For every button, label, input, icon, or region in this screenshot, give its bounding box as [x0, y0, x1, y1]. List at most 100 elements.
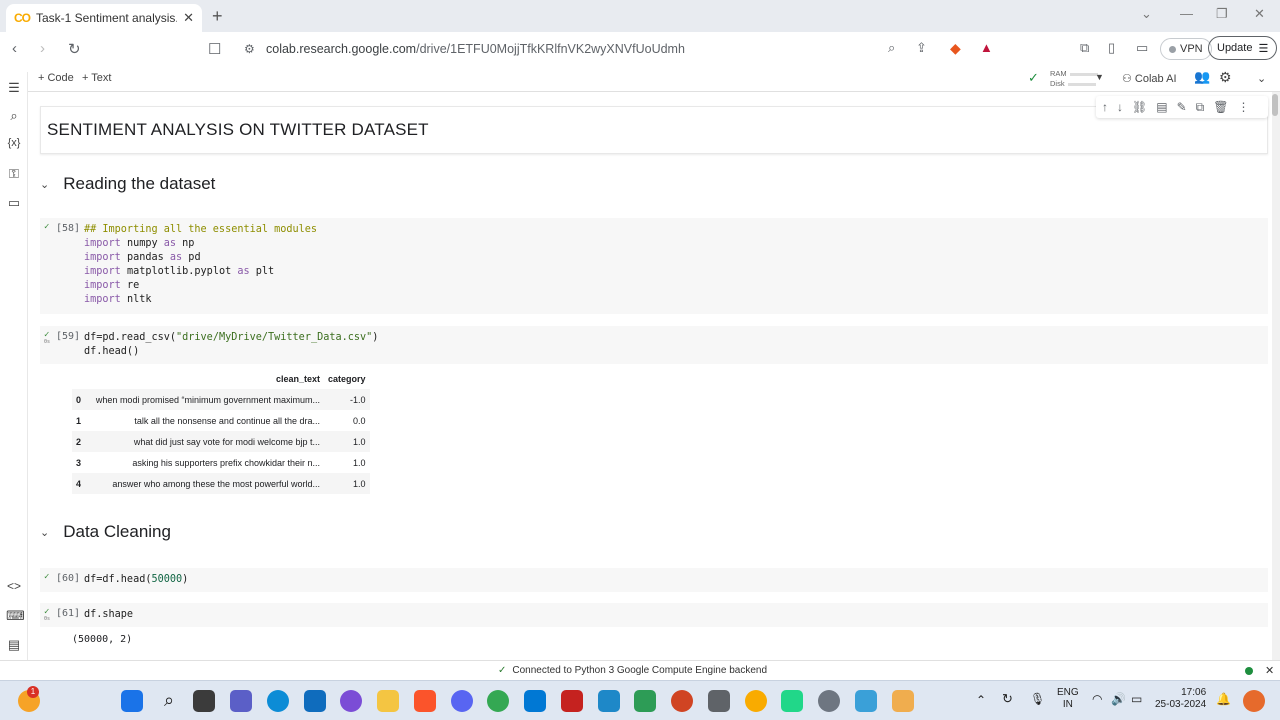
microphone-icon[interactable]: 🎙: [1030, 693, 1045, 705]
code-editor[interactable]: df=df.head(50000): [84, 573, 188, 587]
resource-monitor[interactable]: RAM Disk: [1050, 69, 1098, 89]
edit-pencil-icon[interactable]: ✎: [1177, 100, 1187, 114]
app-icon[interactable]: [340, 690, 362, 712]
wallet-icon[interactable]: ▭: [1136, 40, 1148, 56]
browser-tab[interactable]: CO Task-1 Sentiment analysis.ipynb ✕: [6, 4, 202, 32]
task-view-icon[interactable]: [193, 690, 215, 712]
terminal-icon[interactable]: ▤: [6, 637, 22, 653]
powerpoint-icon[interactable]: [671, 690, 693, 712]
collapse-header-icon[interactable]: ⌄: [1257, 72, 1266, 85]
search-icon[interactable]: ⌕: [6, 108, 22, 124]
clock-date: 25-03-2024: [1155, 699, 1207, 710]
title-text-cell[interactable]: SENTIMENT ANALYSIS ON TWITTER DATASET: [40, 106, 1268, 154]
section-header[interactable]: ⌄ Data Cleaning: [40, 522, 171, 542]
ram-label: RAM: [1050, 69, 1067, 78]
mail-icon[interactable]: [304, 690, 326, 712]
settings-icon[interactable]: [818, 690, 840, 712]
tray-chevron-icon[interactable]: ⌃: [976, 694, 986, 706]
pycharm-icon[interactable]: [781, 690, 803, 712]
move-up-icon[interactable]: ↑: [1102, 100, 1108, 114]
files-folder-icon[interactable]: ▭: [6, 195, 22, 211]
code-editor[interactable]: df.shape: [84, 608, 133, 622]
vpn-button[interactable]: VPN: [1160, 38, 1212, 60]
dataframe-output: clean_text category 0 when modi promised…: [72, 369, 370, 494]
bookmark-icon[interactable]: ☐: [208, 40, 221, 58]
more-options-icon[interactable]: ⋮: [1237, 100, 1249, 114]
app-icon[interactable]: [855, 690, 877, 712]
close-window-button[interactable]: ✕: [1254, 6, 1265, 22]
extensions-icon[interactable]: ⧉: [1080, 40, 1089, 56]
move-down-icon[interactable]: ↓: [1117, 100, 1123, 114]
command-palette-icon[interactable]: ⌨: [6, 608, 25, 624]
code-cell[interactable]: ✓ [60] df=df.head(50000): [40, 568, 1268, 592]
app-icon[interactable]: [745, 690, 767, 712]
calculator-icon[interactable]: [708, 690, 730, 712]
tab-search-icon[interactable]: ⌄: [1141, 6, 1152, 22]
brave-browser-icon[interactable]: [414, 690, 436, 712]
sync-icon[interactable]: ↻: [1002, 692, 1013, 705]
settings-gear-icon[interactable]: ⚙: [1219, 69, 1232, 86]
code-cell[interactable]: ✓ [58] ## Importing all the essential mo…: [40, 218, 1268, 314]
comment-icon[interactable]: ▤: [1156, 100, 1167, 114]
colab-taskbar-icon[interactable]: [892, 690, 914, 712]
copilot-icon[interactable]: [1243, 690, 1265, 712]
file-explorer-icon[interactable]: [377, 690, 399, 712]
link-icon[interactable]: ⛓: [1132, 100, 1147, 114]
close-status-icon[interactable]: ✕: [1265, 664, 1274, 677]
wifi-icon[interactable]: ◠: [1092, 693, 1102, 705]
mirror-cell-icon[interactable]: ⧉: [1196, 100, 1205, 115]
colab-ai-button[interactable]: ⚇ Colab AI: [1122, 72, 1177, 85]
minimize-button[interactable]: —: [1180, 6, 1193, 21]
section-header[interactable]: ⌄ Reading the dataset: [40, 174, 215, 194]
runtime-dropdown-icon[interactable]: ▼: [1095, 72, 1104, 82]
code-cell[interactable]: ✓ 0s [59] df=pd.read_csv("drive/MyDrive/T…: [40, 326, 1268, 364]
new-tab-button[interactable]: +: [212, 6, 223, 27]
windows-start-icon[interactable]: [121, 690, 143, 712]
taskbar-search-icon[interactable]: ⌕: [158, 690, 180, 712]
notepad-icon[interactable]: [634, 690, 656, 712]
notebook-scrollbar[interactable]: [1272, 92, 1280, 660]
delete-icon[interactable]: 🗑: [1213, 100, 1228, 114]
site-info-icon[interactable]: ⚙: [244, 42, 255, 56]
vscode-icon[interactable]: [524, 690, 546, 712]
scrollbar-thumb[interactable]: [1272, 94, 1278, 116]
volume-icon[interactable]: 🔊: [1111, 693, 1126, 705]
secrets-key-icon[interactable]: ⚿: [6, 166, 22, 182]
forward-icon[interactable]: ›: [40, 40, 45, 57]
code-editor[interactable]: ## Importing all the essential modules i…: [84, 223, 317, 307]
update-button[interactable]: Update ☰: [1208, 36, 1278, 60]
edge-icon[interactable]: [267, 690, 289, 712]
variables-icon[interactable]: {x}: [6, 137, 22, 149]
sidebar-toggle-icon[interactable]: ▯: [1108, 40, 1115, 56]
teams-icon[interactable]: [230, 690, 252, 712]
app-icon[interactable]: [598, 690, 620, 712]
share-icon[interactable]: ⇪: [916, 40, 927, 56]
code-snippets-icon[interactable]: <>: [6, 579, 22, 593]
code-line: import pandas as pd: [84, 252, 201, 263]
zoom-search-icon[interactable]: ⌕: [888, 40, 895, 56]
share-people-icon[interactable]: 👥: [1194, 69, 1210, 85]
discord-icon[interactable]: [451, 690, 473, 712]
battery-icon[interactable]: ▭: [1131, 693, 1142, 705]
acrobat-icon[interactable]: [561, 690, 583, 712]
add-code-button[interactable]: + Code: [38, 72, 74, 84]
chrome-icon[interactable]: [487, 690, 509, 712]
collapse-chevron-icon[interactable]: ⌄: [40, 178, 49, 191]
brave-rewards-icon[interactable]: ▲: [980, 40, 993, 55]
add-text-button[interactable]: + Text: [82, 72, 111, 84]
code-editor[interactable]: df=pd.read_csv("drive/MyDrive/Twitter_Da…: [84, 331, 378, 359]
maximize-button[interactable]: ❐: [1216, 6, 1228, 22]
back-icon[interactable]: ‹: [12, 40, 17, 57]
brave-shield-icon[interactable]: ◆: [950, 40, 961, 57]
collapse-chevron-icon[interactable]: ⌄: [40, 526, 49, 539]
notification-bell-icon[interactable]: 🔔: [1216, 693, 1231, 705]
close-tab-icon[interactable]: ✕: [183, 10, 194, 26]
clock[interactable]: 17:06 25-03-2024: [1155, 687, 1206, 711]
vpn-status-icon: [1169, 45, 1176, 53]
table-of-contents-icon[interactable]: ☰: [6, 80, 22, 96]
df-cell-category: 1.0: [324, 473, 370, 494]
address-bar[interactable]: colab.research.google.com/drive/1ETFU0Mo…: [266, 42, 685, 56]
code-cell[interactable]: ✓ 0s [61] df.shape: [40, 603, 1268, 627]
language-indicator[interactable]: ENG IN: [1057, 687, 1079, 711]
reload-icon[interactable]: ↻: [68, 40, 81, 58]
